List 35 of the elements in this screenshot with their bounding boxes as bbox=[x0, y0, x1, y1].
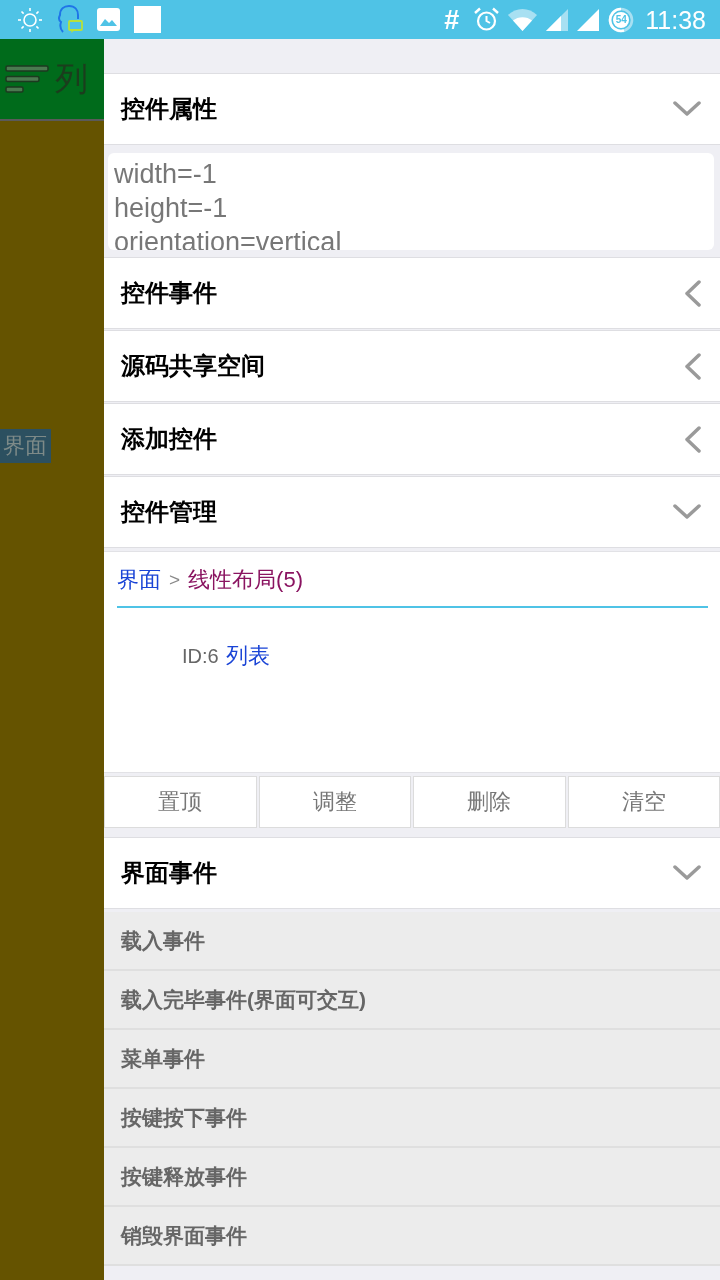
battery-percent: 54 bbox=[615, 14, 627, 25]
event-item[interactable]: 按键释放事件 bbox=[104, 1148, 720, 1207]
wifi-icon bbox=[508, 8, 538, 31]
event-item[interactable]: 销毁界面事件 bbox=[104, 1207, 720, 1266]
breadcrumb-link[interactable]: 界面 bbox=[117, 565, 161, 595]
section-header[interactable]: 添加控件 bbox=[104, 403, 720, 475]
clock-time: 11:38 bbox=[645, 4, 706, 35]
action-button[interactable]: 清空 bbox=[567, 776, 720, 828]
square-icon bbox=[134, 6, 161, 33]
breadcrumb-separator: > bbox=[169, 569, 181, 591]
head-bubble-icon bbox=[57, 4, 83, 35]
signal-icon bbox=[546, 8, 569, 31]
sun-icon bbox=[17, 6, 43, 33]
menu-icon[interactable] bbox=[5, 65, 49, 93]
event-item[interactable]: 菜单事件 bbox=[104, 1030, 720, 1089]
action-button[interactable]: 删除 bbox=[413, 776, 566, 828]
event-item[interactable]: 按键按下事件 bbox=[104, 1089, 720, 1148]
action-button[interactable]: 置顶 bbox=[104, 776, 257, 828]
event-item[interactable]: 载入完毕事件(界面可交互) bbox=[104, 971, 720, 1030]
action-button[interactable]: 调整 bbox=[258, 776, 411, 828]
section-header[interactable]: 源码共享空间 bbox=[104, 330, 720, 402]
control-id: ID:6 bbox=[182, 644, 219, 668]
view-label: 界面 bbox=[0, 429, 51, 463]
section-header[interactable]: 控件属性 bbox=[104, 73, 720, 145]
control-name-link[interactable]: 列表 bbox=[225, 641, 270, 671]
alarm-clock-icon bbox=[474, 7, 500, 32]
battery-ring-icon bbox=[608, 6, 635, 33]
section-header[interactable]: 界面事件 bbox=[104, 837, 720, 909]
signal-icon bbox=[577, 8, 600, 31]
image-icon bbox=[97, 8, 120, 31]
event-item[interactable]: 载入事件 bbox=[104, 912, 720, 971]
breadcrumb-current[interactable]: 线性布局(5) bbox=[188, 565, 303, 595]
hash-symbol: # bbox=[444, 4, 460, 35]
section-header[interactable]: 控件事件 bbox=[104, 257, 720, 329]
section-header[interactable]: 控件管理 bbox=[104, 476, 720, 548]
